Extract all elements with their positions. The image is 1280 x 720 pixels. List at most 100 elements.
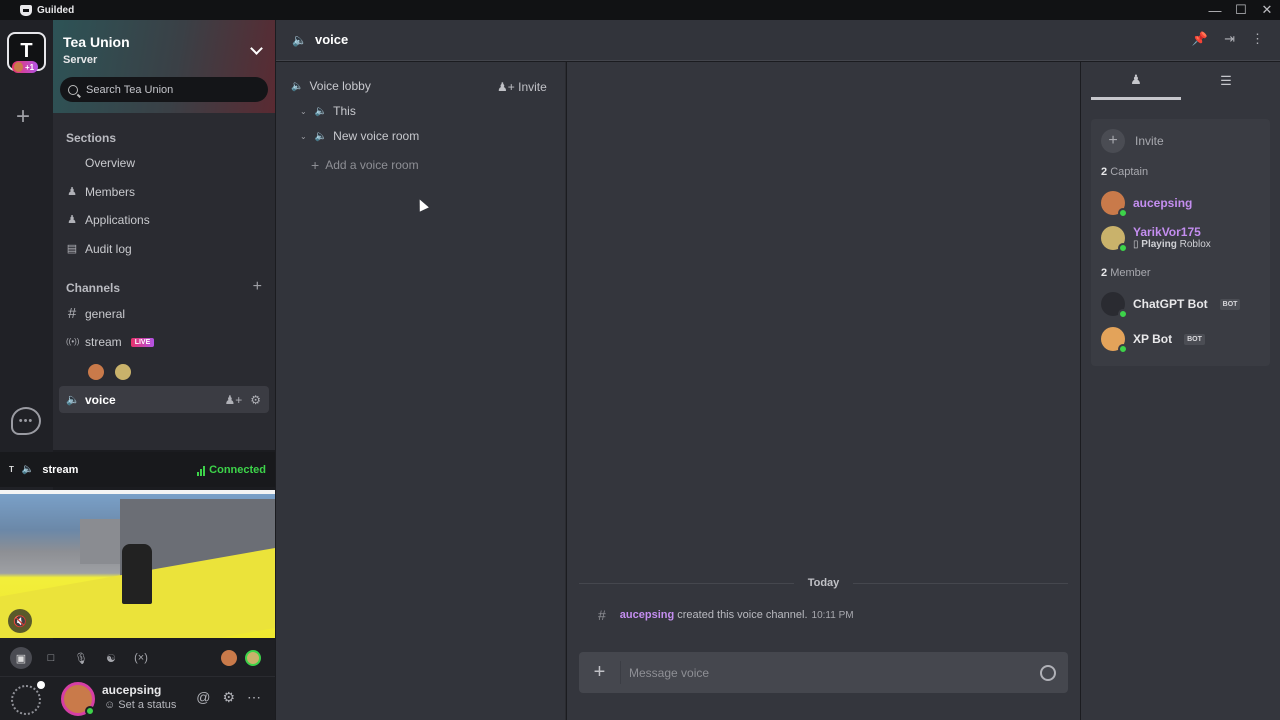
collapse-panel-icon[interactable]: ⇥	[1224, 31, 1235, 47]
group-count: 2	[1101, 166, 1108, 178]
room-label: This	[333, 104, 356, 118]
screen-share-button[interactable]: ▣	[10, 647, 32, 669]
mentions-icon[interactable]: @	[196, 689, 210, 706]
more-icon[interactable]: ⋯	[247, 689, 261, 706]
add-server-button[interactable]: +	[16, 103, 30, 131]
disconnect-button[interactable]: (×)	[130, 647, 152, 669]
voice-lobby[interactable]: 🔈 Voice lobby	[291, 79, 371, 93]
stream-video-preview[interactable]: 🔇	[0, 490, 275, 638]
sidebar-item-label: Audit log	[85, 242, 132, 256]
channel-actions: ♟+ ⚙	[224, 393, 261, 407]
server-sidebar: Tea Union Server Search Tea Union Sectio…	[53, 20, 275, 450]
speaker-icon: 🔈	[21, 464, 35, 475]
bot-badge: BOT	[1219, 298, 1241, 310]
gear-icon[interactable]: ⚙	[222, 689, 235, 706]
channel-stream[interactable]: ((•)) stream LIVE	[59, 329, 269, 355]
avatar	[1101, 327, 1128, 354]
server-header[interactable]: Tea Union Server Search Tea Union	[53, 20, 275, 113]
member-item[interactable]: ChatGPT Bot BOT	[1101, 292, 1241, 319]
channel-title: voice	[315, 32, 349, 47]
connected-channel-name[interactable]: stream	[42, 464, 78, 476]
voice-room-this[interactable]: ⌄ 🔈 This	[300, 104, 356, 118]
tab-members[interactable]: ♟	[1091, 62, 1181, 100]
channels-title: Channels	[66, 281, 121, 295]
mute-stream-button[interactable]: 🔇	[8, 609, 32, 633]
participant-avatar[interactable]	[221, 650, 237, 666]
groups-icon[interactable]	[11, 681, 45, 715]
chevron-down-icon[interactable]: ⌄	[300, 132, 307, 141]
invite-user-icon[interactable]: ♟+	[224, 393, 242, 407]
chevron-down-icon[interactable]: ⌄	[300, 107, 307, 116]
maximize-button[interactable]: ☐	[1228, 0, 1254, 20]
emoji-icon[interactable]	[1040, 664, 1056, 681]
kebab-menu-icon[interactable]: ⋮	[1251, 31, 1264, 47]
member-name: YarikVor175	[1133, 225, 1201, 239]
member-item[interactable]: XP Bot BOT	[1101, 327, 1205, 354]
hash-icon: #	[67, 305, 77, 322]
member-name: aucepsing	[1133, 196, 1193, 210]
search-icon	[68, 84, 78, 95]
speaker-icon: 🔈	[314, 130, 328, 142]
channel-label: voice	[85, 392, 116, 407]
direct-messages-button[interactable]: •••	[11, 407, 41, 435]
broadcast-icon: ((•))	[66, 337, 80, 346]
app-title: Guilded	[37, 4, 75, 16]
minimize-button[interactable]: —	[1202, 0, 1228, 20]
stream-participant-avatar[interactable]	[115, 364, 131, 380]
channel-general[interactable]: # general	[59, 301, 269, 327]
server-icon-tea-union[interactable]: T +1	[7, 32, 46, 73]
username: aucepsing	[102, 683, 162, 697]
message-username[interactable]: aucepsing	[620, 609, 674, 621]
group-member: 2 Member	[1101, 267, 1151, 279]
tab-thread-list[interactable]: ☰	[1181, 62, 1271, 100]
app-logo: Guilded	[20, 4, 75, 16]
group-name: Captain	[1110, 166, 1149, 178]
server-name: Tea Union	[63, 34, 130, 50]
close-button[interactable]: ✕	[1254, 0, 1280, 20]
sidebar-item-applications[interactable]: ♟ Applications	[59, 207, 269, 233]
invite-user-icon: ♟+	[497, 80, 519, 94]
member-item[interactable]: aucepsing	[1101, 191, 1193, 218]
member-item[interactable]: YarikVor175 ▯ Playing Roblox	[1101, 225, 1211, 253]
online-status-dot	[85, 706, 95, 716]
message-composer: +	[579, 652, 1068, 693]
invite-button[interactable]: ♟+ Invite	[497, 80, 547, 94]
system-message: # aucepsing created this voice channel. 1…	[598, 607, 854, 623]
user-panel: aucepsing ☺ Set a status @ ⚙ ⋯	[0, 676, 275, 720]
add-room-label: Add a voice room	[325, 158, 419, 172]
avatar	[1101, 292, 1128, 319]
attach-button[interactable]: +	[579, 661, 621, 684]
headphones-button[interactable]: ☯	[100, 647, 122, 669]
camera-off-button[interactable]: □	[40, 647, 62, 669]
gear-icon[interactable]: ⚙	[250, 393, 261, 407]
speaker-icon: 🔈	[314, 105, 328, 117]
voice-presence-badge: +1	[12, 61, 39, 73]
server-search[interactable]: Search Tea Union	[60, 77, 268, 102]
live-badge: LIVE	[130, 337, 155, 347]
pin-icon[interactable]: 📌	[1192, 31, 1208, 47]
add-channel-button[interactable]: +	[253, 278, 262, 296]
invite-members-button[interactable]: + Invite	[1101, 129, 1164, 153]
room-label: New voice room	[333, 129, 420, 143]
set-status-button[interactable]: ☺ Set a status	[104, 699, 176, 711]
stream-participant-avatar[interactable]	[88, 364, 104, 380]
user-avatar[interactable]	[61, 682, 95, 716]
message-input[interactable]	[621, 665, 1040, 680]
date-divider: Today	[579, 575, 1069, 591]
sidebar-item-overview[interactable]: Overview	[59, 150, 269, 176]
online-status-dot	[1118, 344, 1128, 354]
add-voice-room-button[interactable]: + Add a voice room	[311, 157, 419, 173]
sidebar-item-members[interactable]: ♟ Members	[59, 179, 269, 205]
participant-avatar[interactable]	[245, 650, 261, 666]
channel-voice[interactable]: 🔈 voice ♟+ ⚙	[59, 386, 269, 413]
applications-icon: ♟	[67, 214, 77, 226]
video-content	[122, 544, 152, 604]
sidebar-item-audit-log[interactable]: ▤ Audit log	[59, 236, 269, 262]
members-icon: ♟	[67, 186, 77, 198]
avatar	[1101, 225, 1128, 253]
chevron-down-icon[interactable]	[250, 42, 263, 55]
voice-room-new[interactable]: ⌄ 🔈 New voice room	[300, 129, 419, 143]
voice-controls: ▣ □ 🎙 ☯ (×)	[0, 640, 275, 676]
microphone-button[interactable]: 🎙	[70, 647, 92, 669]
online-status-dot	[1118, 208, 1128, 218]
